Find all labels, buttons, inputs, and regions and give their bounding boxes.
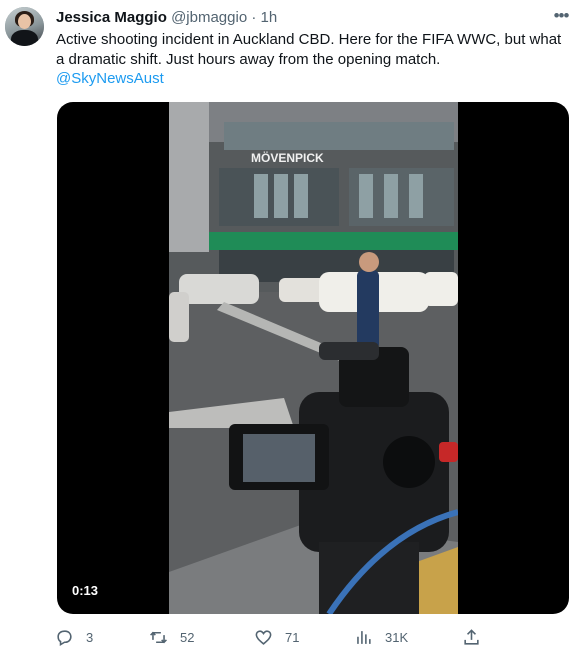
views-icon [357,630,371,644]
tweet-body: Active shooting incident in Auckland CBD… [56,31,562,68]
reply-button[interactable]: 3 [55,625,93,649]
retweet-button[interactable]: 52 [149,625,194,649]
tweet[interactable]: Jessica Maggio @jbmaggio · 1h ••• Active… [0,0,583,656]
building-sign: MÖVENPICK [251,150,324,165]
like-button[interactable]: 71 [254,625,299,649]
timestamp[interactable]: 1h [261,9,278,26]
reply-icon [57,629,72,646]
share-icon [464,628,479,645]
like-count: 71 [285,629,300,645]
views-button[interactable]: 31K [354,625,408,649]
like-icon [255,629,272,645]
video-duration: 0:13 [67,581,104,600]
views-count: 31K [385,629,409,645]
tweet-actions: 3 52 71 31K [55,625,485,651]
display-name[interactable]: Jessica Maggio [56,9,167,26]
video-player[interactable]: MÖVENPICK 0:13 [57,102,569,614]
retweet-icon [150,631,167,643]
share-button[interactable] [462,625,493,649]
more-options-button[interactable]: ••• [550,5,572,27]
avatar[interactable] [5,7,44,46]
video-scene: MÖVENPICK [169,102,458,614]
separator-dot: · [251,9,257,26]
user-handle[interactable]: @jbmaggio [171,9,247,26]
retweet-count: 52 [180,629,195,645]
tweet-text: Active shooting incident in Auckland CBD… [56,30,566,89]
video-frame[interactable]: MÖVENPICK [169,102,458,614]
mention-link[interactable]: @SkyNewsAust [56,69,566,89]
reply-count: 3 [86,629,94,645]
ellipsis-icon: ••• [553,6,570,25]
tweet-header: Jessica Maggio @jbmaggio · 1h [56,8,277,27]
